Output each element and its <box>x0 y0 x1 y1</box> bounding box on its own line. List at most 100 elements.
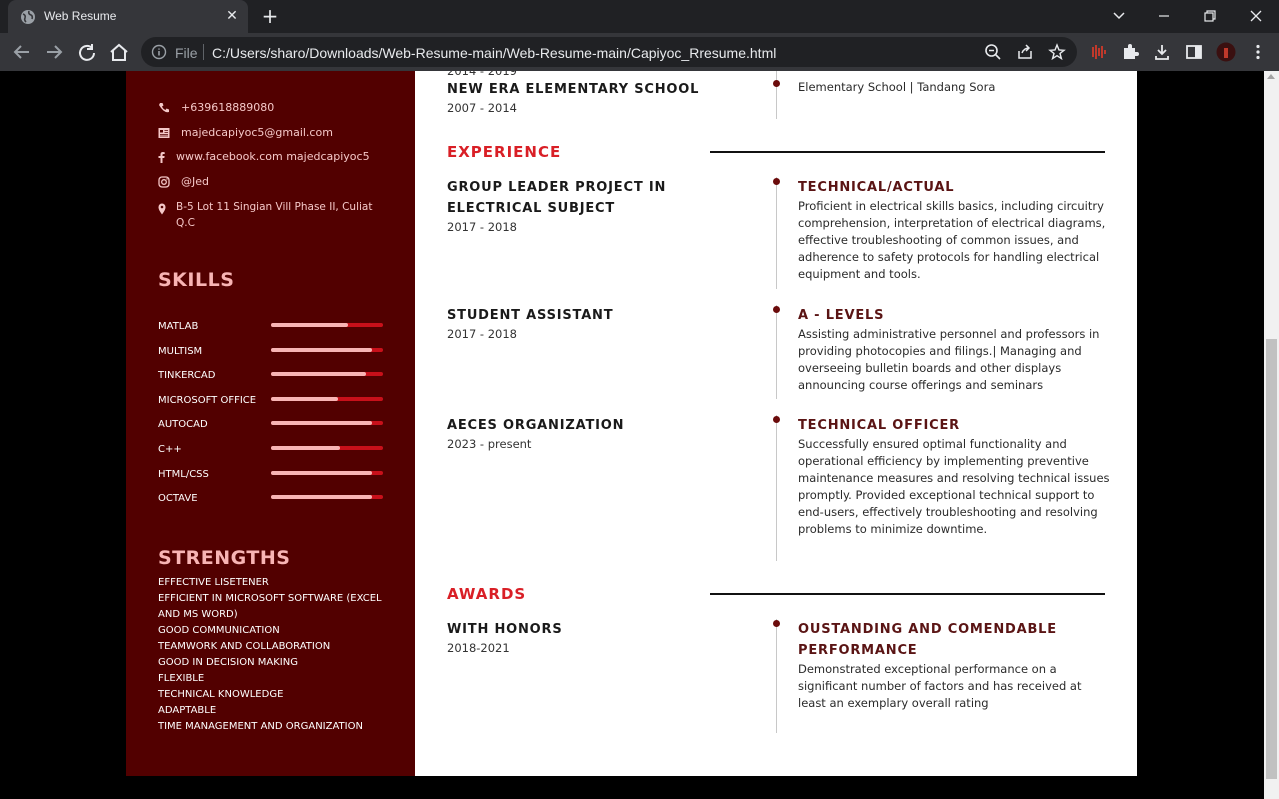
skill-level-bar <box>271 446 383 450</box>
skill-level-bar <box>271 396 383 401</box>
tab-strip: Web Resume ✕ + <box>0 0 1279 33</box>
browser-tab[interactable]: Web Resume ✕ <box>8 0 248 33</box>
entry-title: AECES ORGANIZATION <box>447 418 625 433</box>
timeline-dot <box>773 80 780 87</box>
education-detail: Elementary School | Tandang Sora <box>798 79 1110 96</box>
entry-date: 2017 - 2018 <box>447 220 517 234</box>
chevron-down-icon[interactable] <box>1107 5 1131 27</box>
share-icon[interactable] <box>1016 43 1034 61</box>
strength-item: GOOD IN DECISION MAKING <box>158 657 298 668</box>
skill-name: HTML/CSS <box>158 468 209 480</box>
entry-date: 2007 - 2014 <box>447 101 517 115</box>
skill-name: AUTOCAD <box>158 419 208 431</box>
scheme-label: File <box>175 45 198 61</box>
entry-role: TECHNICAL/ACTUAL <box>798 180 955 195</box>
strength-item: TEAMWORK AND COLLABORATION <box>158 641 331 652</box>
entry-description: Successfully ensured optimal functionali… <box>798 437 1110 536</box>
vertical-scrollbar[interactable] <box>1264 71 1279 799</box>
experience-entry-right: TECHNICAL OFFICER Successfully ensured o… <box>798 415 1110 538</box>
entry-role: TECHNICAL OFFICER <box>798 418 960 433</box>
new-tab-button[interactable]: + <box>260 6 280 26</box>
skill-level-fill <box>271 495 372 500</box>
contact-address: B-5 Lot 11 Singian Vill Phase II, Culiat… <box>158 199 373 229</box>
url-divider <box>203 44 204 60</box>
info-icon[interactable] <box>151 44 167 60</box>
skill-level-fill <box>271 421 372 426</box>
entry-title: STUDENT ASSISTANT <box>447 308 614 323</box>
entry-date: 2017 - 2018 <box>447 327 517 341</box>
skill-row: MATLAB <box>158 321 383 339</box>
experience-entry-left: GROUP LEADER PROJECT IN ELECTRICAL SUBJE… <box>447 177 747 236</box>
entry-date: 2018-2021 <box>447 641 510 655</box>
strength-item: EFFICIENT IN MICROSOFT SOFTWARE (EXCEL A… <box>158 593 382 620</box>
timeline-line <box>776 71 777 119</box>
skill-name: C++ <box>158 444 182 455</box>
awards-heading: AWARDS <box>447 585 527 603</box>
contact-email: majedcapiyoc5@gmail.com <box>158 125 333 143</box>
skill-row: OCTAVE <box>158 493 383 511</box>
skill-row: MULTISM <box>158 346 383 364</box>
audio-extension-icon[interactable] <box>1087 42 1107 62</box>
phone-text[interactable]: +639618889080 <box>181 100 274 116</box>
entry-title: WITH HONORS <box>447 622 563 637</box>
side-panel-icon[interactable] <box>1184 42 1204 62</box>
address-bar[interactable]: File C:/Users/sharo/Downloads/Web-Resume… <box>141 37 1077 67</box>
profile-avatar-icon[interactable] <box>1216 42 1236 62</box>
facebook-text[interactable]: www.facebook.com majedcapiyoc5 <box>176 149 370 165</box>
close-tab-icon[interactable]: ✕ <box>224 8 240 24</box>
facebook-icon <box>158 152 165 163</box>
skill-name: TINKERCAD <box>158 370 216 382</box>
skill-level-fill <box>271 347 372 352</box>
tab-title: Web Resume <box>44 9 117 23</box>
instagram-text[interactable]: @Jed <box>181 174 209 190</box>
resume-sidebar: +639618889080 majedcapiyoc5@gmail.com ww… <box>126 71 415 776</box>
skill-level-bar <box>271 421 383 426</box>
strength-item: TIME MANAGEMENT AND ORGANIZATION <box>158 721 363 732</box>
minimize-icon[interactable] <box>1152 5 1176 27</box>
skill-level-fill <box>271 446 341 450</box>
education-entry: 2014 - 2019 NEW ERA ELEMENTARY SCHOOL 20… <box>447 71 747 117</box>
email-text[interactable]: majedcapiyoc5@gmail.com <box>181 125 333 141</box>
browser-menu-icon[interactable] <box>1248 42 1268 62</box>
timeline-line <box>776 619 777 733</box>
instagram-icon <box>158 176 170 188</box>
timeline-dot <box>773 178 780 185</box>
home-icon[interactable] <box>107 41 131 63</box>
award-entry-right: OUSTANDING AND COMENDABLE PERFORMANCE De… <box>798 619 1110 712</box>
phone-icon <box>159 103 169 113</box>
entry-description: Assisting administrative personnel and p… <box>798 327 1100 392</box>
close-window-icon[interactable] <box>1244 5 1268 27</box>
download-icon[interactable] <box>1152 42 1172 62</box>
zoom-icon[interactable] <box>984 43 1002 61</box>
scroll-up-arrow-icon[interactable] <box>1267 74 1275 79</box>
skill-level-bar <box>271 372 383 377</box>
back-arrow-icon[interactable] <box>10 41 34 63</box>
timeline-dot <box>773 620 780 627</box>
skills-heading: SKILLS <box>158 269 235 291</box>
url-text[interactable]: C:/Users/sharo/Downloads/Web-Resume-main… <box>212 45 776 61</box>
extensions-puzzle-icon[interactable] <box>1120 42 1140 62</box>
forward-arrow-icon[interactable] <box>42 41 66 63</box>
skill-level-fill <box>271 372 367 377</box>
skill-name: MATLAB <box>158 321 199 332</box>
contact-instagram: @Jed <box>158 174 209 192</box>
scrollbar-thumb[interactable] <box>1266 339 1277 779</box>
timeline-dot <box>773 306 780 313</box>
skill-row: HTML/CSS <box>158 469 383 487</box>
globe-icon <box>21 10 35 24</box>
timeline-line <box>776 305 777 399</box>
skill-row: AUTOCAD <box>158 419 383 437</box>
section-divider <box>710 593 1105 595</box>
restore-icon[interactable] <box>1198 5 1222 27</box>
address-text: B-5 Lot 11 Singian Vill Phase II, Culiat… <box>176 201 373 229</box>
entry-description: Demonstrated exceptional performance on … <box>798 662 1082 710</box>
page-viewport: +639618889080 majedcapiyoc5@gmail.com ww… <box>0 71 1264 799</box>
bookmark-star-icon[interactable] <box>1048 43 1066 61</box>
strengths-list: EFFECTIVE LISETENER EFFICIENT IN MICROSOF… <box>158 575 388 735</box>
section-divider <box>710 151 1105 153</box>
strength-item: ADAPTABLE <box>158 705 217 716</box>
skill-name: MICROSOFT OFFICE <box>158 394 257 406</box>
reload-icon[interactable] <box>75 41 99 63</box>
strength-item: TECHNICAL KNOWLEDGE <box>158 689 284 700</box>
skill-level-fill <box>271 396 339 401</box>
